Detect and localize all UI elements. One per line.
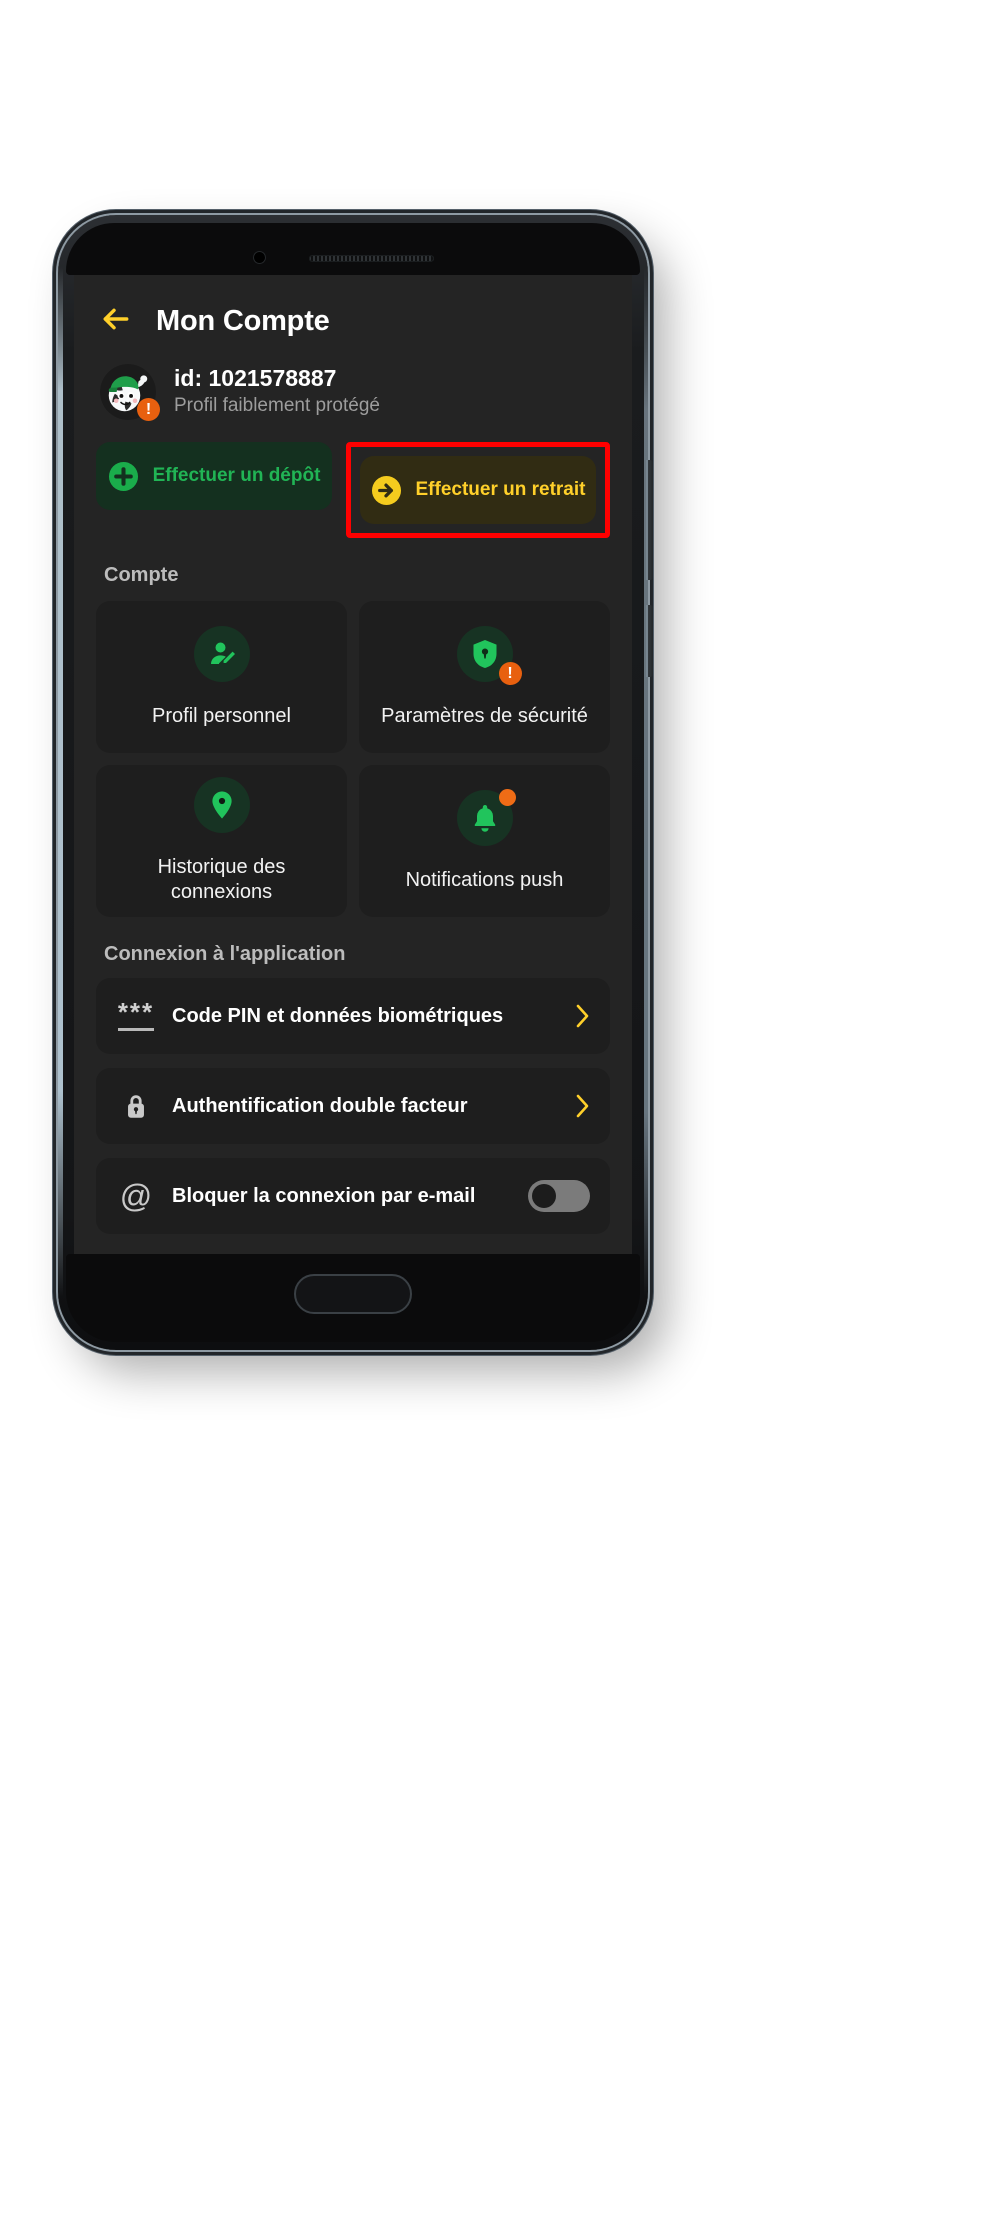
row-label: Bloquer la connexion par e-mail — [172, 1184, 476, 1207]
toggle-knob — [532, 1184, 556, 1208]
bell-icon-wrap — [456, 788, 516, 846]
deposit-button-label: Effectuer un dépôt — [152, 465, 321, 486]
location-pin-icon-wrap — [193, 777, 250, 833]
profile-status: Profil faiblement protégé — [174, 395, 380, 417]
asterisks-icon: *** — [116, 999, 156, 1031]
card-label: Paramètres de sécurité — [381, 704, 588, 727]
account-section-heading: Compte — [104, 564, 179, 586]
action-row: Effectuer un dépôt Effectuer un retrait — [74, 420, 632, 538]
profile-id: id: 1021578887 — [174, 364, 337, 391]
card-parametres-de-securite[interactable]: ! Paramètres de sécurité — [359, 601, 610, 753]
card-label: Notifications push — [405, 868, 564, 891]
row-code-pin-biometrie[interactable]: *** Code PIN et données biométriques — [96, 978, 610, 1054]
withdraw-highlight-box: Effectuer un retrait — [346, 442, 610, 538]
app-screen: Mon Compte ! id: 1021578887 Profil faibl… — [74, 275, 632, 1260]
security-warning-badge: ! — [498, 661, 522, 685]
row-label: Code PIN et données biométriques — [172, 1004, 504, 1027]
profile-row[interactable]: ! id: 1021578887 Profil faiblement proté… — [74, 350, 632, 421]
lock-icon-glyph — [128, 1095, 144, 1118]
shield-lock-icon — [473, 639, 496, 668]
shield-lock-icon-wrap: ! — [456, 625, 522, 685]
page-title: Mon Compte — [156, 305, 330, 337]
withdraw-button[interactable]: Effectuer un retrait — [360, 456, 596, 524]
user-edit-icon — [210, 642, 235, 664]
deposit-button[interactable]: Effectuer un dépôt — [96, 442, 332, 510]
location-pin-icon — [211, 791, 232, 819]
phone-device-frame: Mon Compte ! id: 1021578887 Profil faibl… — [58, 215, 653, 1350]
power-button[interactable] — [646, 605, 653, 677]
card-notifications-push[interactable]: Notifications push — [359, 765, 610, 917]
login-settings-list: *** Code PIN et données biométriques Aut… — [74, 966, 632, 1234]
avatar[interactable]: ! — [100, 364, 160, 421]
withdraw-button-label: Effectuer un retrait — [415, 479, 586, 500]
profile-warning-badge: ! — [137, 398, 160, 421]
account-card-grid: Profil personnel ! Paramètres de sécurit… — [74, 587, 632, 917]
user-edit-icon-wrap — [193, 625, 250, 682]
card-label: Historique des connexions — [157, 856, 286, 903]
home-button[interactable] — [294, 1274, 412, 1314]
card-label: Profil personnel — [152, 704, 291, 727]
plus-circle-icon — [108, 461, 138, 491]
profile-text-block: id: 1021578887 Profil faiblement protégé — [174, 365, 380, 419]
login-section-heading: Connexion à l'application — [104, 943, 346, 965]
phone-top-bezel — [66, 223, 640, 275]
at-sign-icon: @ — [119, 1178, 153, 1214]
row-authentification-double-facteur[interactable]: Authentification double facteur — [96, 1068, 610, 1144]
chevron-right-icon[interactable] — [574, 1003, 590, 1029]
bell-icon — [474, 804, 495, 832]
arrow-right-circle-icon — [371, 475, 401, 505]
card-profil-personnel[interactable]: Profil personnel — [96, 601, 347, 753]
phone-bottom-bezel — [66, 1254, 640, 1342]
back-arrow-icon[interactable] — [100, 303, 132, 340]
notifications-dot-badge — [498, 788, 516, 806]
card-historique-des-connexions[interactable]: Historique des connexions — [96, 765, 347, 917]
chevron-right-icon[interactable] — [574, 1093, 590, 1119]
volume-button[interactable] — [646, 460, 653, 580]
lock-icon — [116, 1091, 156, 1121]
row-label: Authentification double facteur — [172, 1094, 468, 1117]
app-header: Mon Compte — [74, 275, 632, 350]
earpiece-speaker-icon — [309, 255, 434, 262]
block-email-login-toggle[interactable] — [528, 1180, 590, 1212]
row-bloquer-connexion-email[interactable]: @ Bloquer la connexion par e-mail — [96, 1158, 610, 1234]
front-camera-icon — [253, 251, 266, 264]
